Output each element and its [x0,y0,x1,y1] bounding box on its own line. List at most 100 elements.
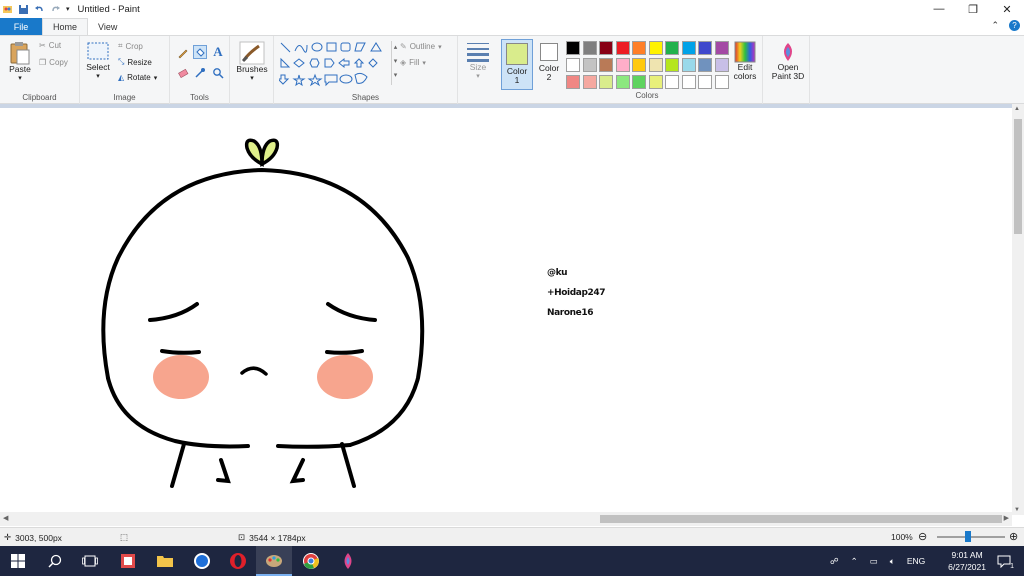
palette-swatch[interactable] [582,58,597,72]
palette-swatch[interactable] [714,75,729,89]
rotate-button[interactable]: ◭ Rotate ▾ [118,73,157,82]
customize-qa-icon[interactable]: ▾ [66,5,70,13]
palette-swatch[interactable] [599,58,613,72]
fill-button[interactable]: ◈ Fill ▾ [400,58,426,67]
palette-swatch[interactable] [566,75,580,89]
drawing-canvas[interactable] [0,108,1012,512]
horizontal-scrollbar[interactable]: ◀ ▶ [0,512,1012,526]
copy-button[interactable]: ❐ Copy [39,58,68,67]
show-hidden-icons[interactable]: ⌃ [851,556,858,567]
tab-home[interactable]: Home [42,18,89,35]
battery-icon[interactable]: ▭ [870,556,878,567]
palette-swatch[interactable] [648,75,663,89]
palette-swatch[interactable] [582,41,597,55]
palette-swatch[interactable] [632,75,646,89]
taskbar-file-explorer[interactable] [147,546,183,576]
taskbar-paint3d[interactable] [330,546,366,576]
palette-swatch[interactable] [665,41,679,55]
open-paint3d-button[interactable]: Open Paint 3D [767,41,809,81]
language-indicator[interactable]: ENG [907,556,925,566]
taskbar: ☍ ⌃ ▭ 🔈︎ ENG 9:01 AM 6/27/2021 1 [0,546,1024,576]
palette-swatch[interactable] [681,58,696,72]
zoom-out-icon[interactable]: ⊖ [918,530,927,543]
volume-icon[interactable]: 🔈︎ [890,556,895,567]
palette-swatch[interactable] [566,58,580,72]
save-icon[interactable] [18,4,29,15]
size-button[interactable]: Size ▾ [464,41,492,81]
palette-swatch[interactable] [615,41,630,55]
vertical-scroll-thumb[interactable] [1014,119,1022,234]
color-picker-icon[interactable] [193,66,207,80]
palette-swatch[interactable] [714,41,729,55]
palette-swatch[interactable] [681,41,696,55]
search-button[interactable] [37,546,73,576]
palette-swatch[interactable] [582,75,597,89]
brushes-button[interactable]: Brushes ▾ [236,41,268,83]
palette-swatch[interactable] [566,41,580,55]
shapes-gallery[interactable] [279,41,391,89]
zoom-slider-thumb[interactable] [965,531,971,542]
cut-button[interactable]: ✂ Cut [39,41,61,50]
tab-file[interactable]: File [0,18,42,35]
undo-icon[interactable] [34,4,45,15]
palette-swatch[interactable] [599,75,613,89]
palette-swatch[interactable] [632,41,646,55]
palette-swatch[interactable] [698,58,712,72]
action-center-button[interactable]: 1 [986,546,1022,576]
redo-icon[interactable] [50,4,61,15]
paste-dropdown-icon[interactable]: ▾ [18,74,22,83]
fill-bucket-icon[interactable] [193,45,207,59]
pencil-icon[interactable] [176,46,190,60]
clock[interactable]: 9:01 AM 6/27/2021 [948,549,986,573]
palette-swatch[interactable] [698,41,712,55]
brushes-group: Brushes ▾ [230,36,274,104]
palette-swatch[interactable] [599,41,613,55]
palette-swatch[interactable] [632,58,646,72]
task-view-button[interactable] [72,546,108,576]
horizontal-scroll-thumb[interactable] [600,515,1002,523]
scroll-up-icon[interactable]: ▲ [1014,106,1020,112]
color1-button[interactable]: Color 1 [501,39,533,90]
zoom-slider-track[interactable] [937,536,1005,538]
palette-swatch[interactable] [648,58,663,72]
palette-swatch[interactable] [665,58,679,72]
palette-swatch[interactable] [698,75,712,89]
taskbar-chrome[interactable] [293,546,329,576]
scroll-down-icon[interactable]: ▼ [1014,507,1020,513]
color2-button[interactable]: Color 2 [535,40,563,82]
shapes-scroll[interactable]: ▴ ▾ ▾ [391,41,399,85]
close-button[interactable]: ✕ [990,0,1024,18]
scroll-right-icon[interactable]: ▶ [1004,514,1009,522]
palette-swatch[interactable] [648,41,663,55]
restore-button[interactable]: ❐ [956,0,990,18]
brushes-dropdown-icon[interactable]: ▾ [250,74,254,83]
taskbar-paint[interactable] [256,546,292,576]
scroll-left-icon[interactable]: ◀ [3,514,8,522]
palette-swatch[interactable] [615,75,630,89]
select-button[interactable]: Select ▾ [84,41,112,81]
edit-colors-button[interactable]: Edit colors [731,41,759,81]
resize-button[interactable]: ⤡ Resize [118,57,152,67]
select-dropdown-icon[interactable]: ▾ [96,72,100,81]
taskbar-opera[interactable] [220,546,256,576]
collapse-ribbon-icon[interactable]: ⌃ [991,20,999,31]
vertical-scrollbar[interactable]: ▲ ▼ [1012,104,1024,515]
palette-swatch[interactable] [615,58,630,72]
palette-swatch[interactable] [714,58,729,72]
taskbar-app-snip[interactable] [110,546,146,576]
minimize-button[interactable]: — [922,0,956,18]
outline-button[interactable]: ✎ Outline ▾ [400,42,442,51]
eraser-icon[interactable] [176,66,190,80]
palette-swatch[interactable] [665,75,679,89]
people-icon[interactable]: ☍ [830,556,839,567]
crop-button[interactable]: ⌗ Crop [118,41,143,51]
help-icon[interactable]: ? [1009,20,1020,31]
palette-swatch[interactable] [681,75,696,89]
taskbar-zalo[interactable] [184,546,220,576]
zoom-in-icon[interactable]: ⊕ [1009,530,1018,543]
tab-view[interactable]: View [88,18,127,35]
magnifier-icon[interactable] [211,66,225,80]
text-tool-icon[interactable]: A [211,44,225,59]
start-button[interactable] [0,546,36,576]
paste-button[interactable]: Paste ▾ [6,41,34,83]
